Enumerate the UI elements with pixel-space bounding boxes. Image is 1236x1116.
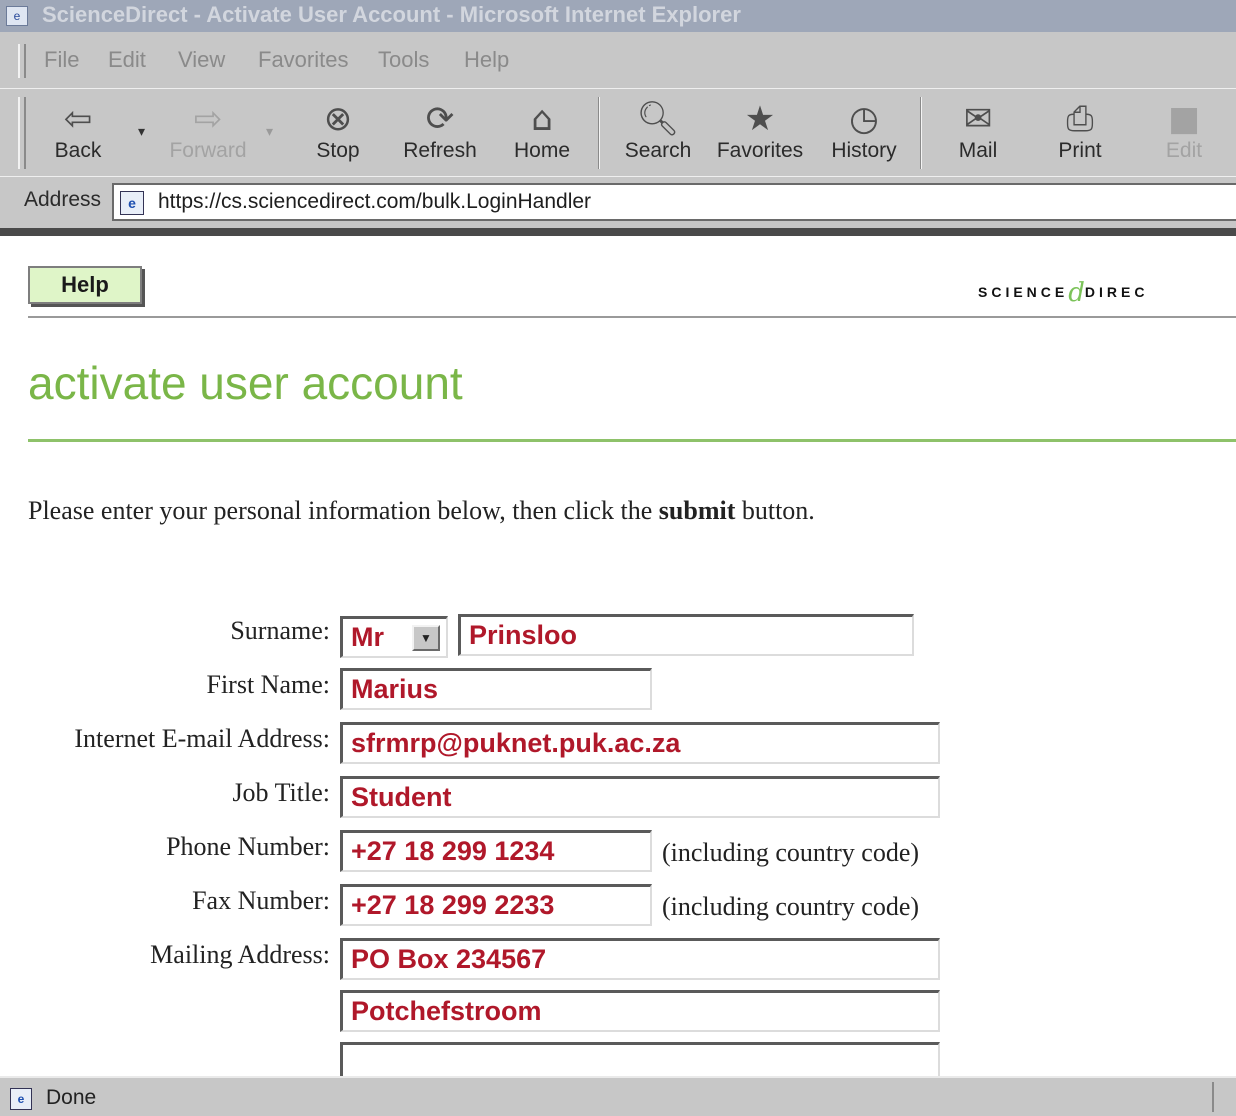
page-content: Help SCIENCEdDIREC activate user account…	[0, 236, 1236, 1084]
print-button[interactable]: ⎙ Print	[1040, 89, 1120, 177]
submit-word: submit	[658, 496, 736, 525]
standard-toolbar: ⇦ Back ▾ ⇨ Forward ▾ ⊗ Stop ⟳ Refresh ⌂ …	[0, 88, 1236, 177]
header-rule	[28, 316, 1236, 318]
back-dropdown-icon[interactable]: ▾	[138, 123, 145, 140]
status-bar: e Done	[0, 1076, 1236, 1116]
title-rule	[28, 439, 1236, 442]
address-label: Address	[24, 188, 102, 211]
chevron-down-icon[interactable]: ▼	[412, 625, 440, 651]
fax-input[interactable]: +27 18 299 2233	[340, 884, 652, 926]
address-line-2-input[interactable]: Potchefstroom	[340, 990, 940, 1032]
toolbar-grip	[18, 97, 26, 169]
favorites-folder-icon: ★	[744, 99, 776, 139]
forward-button[interactable]: ⇨ Forward	[160, 89, 256, 177]
stop-icon: ⊗	[323, 99, 353, 139]
edit-icon: ■	[1167, 99, 1201, 139]
history-button[interactable]: ◷ History	[822, 89, 906, 177]
address-bar: Address e https://cs.sciencedirect.com/b…	[0, 176, 1236, 229]
search-button[interactable]: 🔍︎ Search	[612, 89, 704, 177]
page-status-icon: e	[10, 1088, 32, 1110]
address-input[interactable]: e https://cs.sciencedirect.com/bulk.Logi…	[112, 183, 1236, 221]
stop-button[interactable]: ⊗ Stop	[298, 89, 378, 177]
surname-input[interactable]: Prinsloo	[458, 614, 914, 656]
fax-hint: (including country code)	[662, 892, 920, 921]
fax-label: Fax Number:	[192, 886, 330, 915]
address-url[interactable]: https://cs.sciencedirect.com/bulk.LoginH…	[158, 190, 591, 214]
surname-label: Surname:	[230, 616, 330, 645]
back-button[interactable]: ⇦ Back	[36, 89, 120, 177]
window-title: ScienceDirect - Activate User Account - …	[42, 2, 741, 27]
email-label: Internet E-mail Address:	[74, 724, 330, 753]
phone-hint: (including country code)	[662, 838, 920, 867]
title-bar: e ScienceDirect - Activate User Account …	[0, 0, 1236, 32]
job-title-input[interactable]: Student	[340, 776, 940, 818]
menu-help[interactable]: Help	[464, 47, 509, 73]
menu-view[interactable]: View	[178, 47, 225, 73]
intro-text: Please enter your personal information b…	[28, 496, 815, 525]
first-name-label: First Name:	[206, 670, 331, 699]
email-input[interactable]: sfrmrp@puknet.puk.ac.za	[340, 722, 940, 764]
address-line-1-input[interactable]: PO Box 234567	[340, 938, 940, 980]
menu-favorites[interactable]: Favorites	[258, 47, 348, 73]
help-button[interactable]: Help	[28, 266, 142, 304]
phone-input[interactable]: +27 18 299 1234	[340, 830, 652, 872]
mail-icon: ✉	[963, 99, 993, 139]
menu-grip	[18, 44, 26, 78]
history-icon: ◷	[849, 99, 879, 139]
salutation-select[interactable]: Mr ▼	[340, 616, 448, 658]
home-icon: ⌂	[531, 99, 553, 139]
toolbar-separator	[920, 97, 922, 169]
logo-d-icon: d	[1068, 278, 1085, 308]
mailing-address-label: Mailing Address:	[150, 940, 330, 969]
frame-divider	[0, 228, 1236, 236]
toolbar-separator	[598, 97, 600, 169]
job-title-label: Job Title:	[232, 778, 330, 807]
sciencedirect-logo: SCIENCEdDIREC	[978, 278, 1149, 308]
menu-tools[interactable]: Tools	[378, 47, 429, 73]
first-name-input[interactable]: Marius	[340, 668, 652, 710]
status-pane	[1212, 1082, 1234, 1112]
phone-label: Phone Number:	[166, 832, 330, 861]
favorites-button[interactable]: ★ Favorites	[710, 89, 810, 177]
menu-edit[interactable]: Edit	[108, 47, 146, 73]
refresh-button[interactable]: ⟳ Refresh	[392, 89, 488, 177]
forward-dropdown-icon[interactable]: ▾	[266, 123, 273, 140]
page-title: activate user account	[28, 357, 463, 409]
menu-bar: File Edit View Favorites Tools Help	[0, 32, 1236, 88]
search-icon: 🔍︎	[636, 99, 680, 139]
back-arrow-icon: ⇦	[63, 99, 93, 139]
refresh-icon: ⟳	[425, 99, 455, 139]
printer-icon: ⎙	[1066, 99, 1094, 139]
browser-window: e ScienceDirect - Activate User Account …	[0, 0, 1236, 1116]
page-icon: e	[120, 191, 144, 215]
mail-button[interactable]: ✉ Mail	[938, 89, 1018, 177]
home-button[interactable]: ⌂ Home	[500, 89, 584, 177]
edit-button[interactable]: ■ Edit	[1146, 89, 1222, 177]
ie-app-icon: e	[6, 6, 28, 26]
menu-file[interactable]: File	[44, 47, 79, 73]
status-text: Done	[46, 1086, 97, 1109]
forward-arrow-icon: ⇨	[193, 99, 223, 139]
